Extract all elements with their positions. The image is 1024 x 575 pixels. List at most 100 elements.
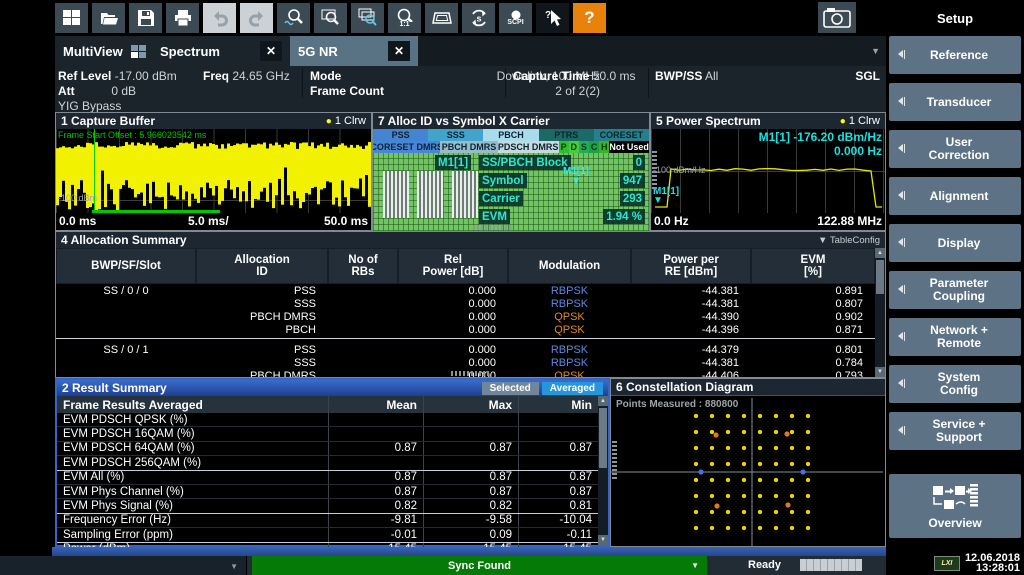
sidebar-button-display[interactable]: Display — [889, 224, 1021, 262]
allocation-summary-header[interactable]: 4 Allocation Summary ▼ TableConfig — [56, 232, 885, 249]
tab-5gnr[interactable]: 5G NR ✕ — [290, 36, 418, 66]
window-power-spectrum[interactable]: 5 Power Spectrum ● 1 Clrw M1[1] -176.20 … — [650, 112, 886, 231]
capture-buffer-header[interactable]: 1 Capture Buffer ● 1 Clrw — [56, 113, 371, 130]
power-spectrum-plot[interactable]: M1[1] -176.20 dBm/Hz 0.000 Hz -100 dBm/H… — [651, 129, 885, 213]
display-config-button[interactable] — [425, 3, 458, 33]
constellation-point — [758, 446, 762, 450]
undo-icon — [210, 8, 230, 28]
result-summary-scrollbar[interactable]: ▲ ▼ — [598, 396, 608, 545]
result-table-row: Sampling Error (ppm)-0.010.09-0.11 — [57, 528, 598, 542]
zoom-mode-button[interactable] — [314, 3, 347, 33]
result-col-max: Max — [423, 396, 518, 413]
constellation-point — [774, 462, 778, 466]
frame-count-value: 2 of 2(2) — [555, 84, 600, 98]
power-spectrum-header[interactable]: 5 Power Spectrum ● 1 Clrw — [651, 113, 885, 130]
table-config-dropdown[interactable]: ▼ TableConfig — [818, 235, 880, 246]
averaged-button[interactable]: Averaged — [542, 382, 603, 395]
window-alloc-id-map[interactable]: 7 Alloc ID vs Symbol X Carrier PSSSSSPBC… — [372, 112, 650, 231]
zoom-selection-button[interactable] — [277, 3, 310, 33]
windows-start-button[interactable] — [55, 3, 88, 33]
scroll-thumb[interactable] — [599, 408, 607, 468]
capture-buffer-plot[interactable]: Frame Start Offset : 5.966023542 ms -100… — [56, 129, 371, 213]
open-file-button[interactable] — [92, 3, 125, 33]
alloc-resource-grid[interactable]: M1[1]SS/PBCH Block0Symbol947Carrier293EV… — [373, 153, 649, 231]
selected-button[interactable]: Selected — [482, 382, 539, 395]
splitter-handle[interactable] — [473, 225, 513, 230]
scpi-recorder-button[interactable]: SCPI — [499, 3, 532, 33]
legend-s: S — [579, 141, 589, 153]
sidebar-button-alignment[interactable]: Alignment — [889, 177, 1021, 215]
spectrum-m1-marker[interactable]: M1[1]▼ — [653, 187, 679, 205]
constellation-header[interactable]: 6 Constellation Diagram — [611, 379, 885, 396]
tab-multiview-label: MultiView — [63, 44, 123, 59]
window-constellation[interactable]: 6 Constellation Diagram Points Measured … — [610, 378, 886, 547]
legend-d: D — [569, 141, 579, 153]
yig-bypass: YIG Bypass — [58, 99, 121, 113]
status-message-dropdown[interactable]: ▼ — [0, 556, 247, 575]
scroll-up-icon[interactable]: ▲ — [875, 248, 885, 258]
scroll-down-icon[interactable]: ▼ — [875, 367, 885, 377]
spectrum-x-left: 0.0 Hz — [654, 214, 689, 228]
scroll-thumb[interactable] — [876, 260, 884, 294]
screenshot-button[interactable] — [818, 2, 856, 33]
scroll-up-icon[interactable]: ▲ — [598, 396, 608, 406]
splitter-handle[interactable] — [612, 439, 617, 479]
tabbar-dropdown-icon[interactable]: ▼ — [871, 46, 880, 56]
sidebar-button-label: ParameterCoupling — [930, 277, 989, 303]
analyzed-frames-bar — [92, 210, 220, 213]
multiple-zoom-button[interactable] — [351, 3, 384, 33]
sidebar-button-parameter-coupling[interactable]: ParameterCoupling — [889, 271, 1021, 309]
sweep-refresh-button[interactable]: s — [462, 3, 495, 33]
constellation-point — [726, 510, 730, 514]
tab-spectrum[interactable]: Spectrum ✕ — [152, 36, 290, 66]
help-button[interactable]: ? — [573, 3, 606, 33]
constellation-plot[interactable] — [611, 396, 883, 546]
constellation-point — [694, 526, 698, 530]
tab-multiview[interactable]: MultiView — [55, 36, 152, 66]
sidebar-button-system-config[interactable]: SystemConfig — [889, 365, 1021, 403]
allocation-summary-scrollbar[interactable]: ▲ ▼ — [875, 248, 885, 377]
measurement-progress-bar — [800, 559, 862, 571]
sidebar-button-reference[interactable]: Reference — [889, 36, 1021, 74]
m1-marker[interactable]: M1[1]▼ — [563, 167, 589, 187]
sidebar-button-network-remote[interactable]: Network +Remote — [889, 318, 1021, 356]
legend-c: C — [589, 141, 599, 153]
zoom-one-to-one-button[interactable]: 1:1 — [388, 3, 421, 33]
capture-trace-legend: ● 1 Clrw — [326, 115, 366, 127]
print-button[interactable] — [166, 3, 199, 33]
sync-status-bar[interactable]: Sync Found ▼ — [252, 556, 707, 575]
result-summary-title: 2 Result Summary — [62, 381, 167, 395]
constellation-point — [726, 478, 730, 482]
alloc-map-header[interactable]: 7 Alloc ID vs Symbol X Carrier — [373, 113, 649, 130]
channel-settings-bar[interactable]: Ref Level -17.00 dBm Freq 24.65 GHz Att … — [55, 66, 886, 112]
allocation-table-row: SSS0.000RBPSK-44.3810.784 — [56, 356, 875, 369]
constellation-point — [806, 462, 810, 466]
window-allocation-summary[interactable]: 4 Allocation Summary ▼ TableConfig BWP/S… — [55, 231, 886, 378]
undo-button[interactable] — [203, 3, 236, 33]
constellation-point — [742, 430, 746, 434]
constellation-point — [710, 462, 714, 466]
display-icon — [431, 8, 453, 28]
constellation-point — [710, 510, 714, 514]
chevron-down-icon[interactable]: ▼ — [691, 561, 699, 570]
tab-5gnr-close-icon[interactable]: ✕ — [388, 41, 410, 61]
save-button[interactable] — [129, 3, 162, 33]
sidebar-button-label: Display — [938, 237, 981, 250]
legend-pdsch-dmrs: PDSCH DMRS — [498, 141, 559, 153]
result-summary-header[interactable]: 2 Result Summary Selected Averaged — [57, 380, 608, 397]
spectrum-trace-legend: ● 1 Clrw — [840, 115, 880, 127]
window-capture-buffer[interactable]: 1 Capture Buffer ● 1 Clrw Frame Start Of… — [55, 112, 372, 231]
constellation-point — [694, 494, 698, 498]
splitter-handle[interactable] — [652, 149, 657, 189]
sidebar-button-service-support[interactable]: Service +Support — [889, 412, 1021, 450]
sidebar-button-transducer[interactable]: Transducer — [889, 83, 1021, 121]
redo-button[interactable] — [240, 3, 273, 33]
window-result-summary[interactable]: 2 Result Summary Selected Averaged Frame… — [55, 378, 610, 547]
constellation-point — [790, 494, 794, 498]
sidebar-button-user-correction[interactable]: UserCorrection — [889, 130, 1021, 168]
help-pointer-button[interactable]: ? — [536, 3, 569, 33]
scroll-down-icon[interactable]: ▼ — [598, 535, 608, 545]
tab-spectrum-close-icon[interactable]: ✕ — [260, 41, 282, 61]
splitter-handle[interactable] — [451, 371, 491, 376]
overview-button[interactable]: Overview — [889, 474, 1021, 538]
